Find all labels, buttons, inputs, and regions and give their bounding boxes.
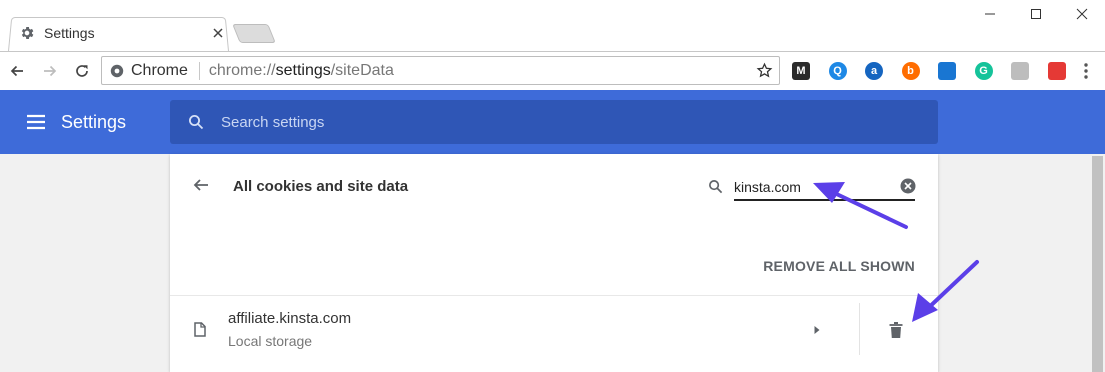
site-storage-type: Local storage bbox=[228, 333, 313, 349]
page-title: Settings bbox=[61, 112, 127, 132]
trash-icon[interactable] bbox=[883, 317, 909, 343]
search-icon bbox=[186, 112, 206, 132]
remove-all-shown-button[interactable]: REMOVE ALL SHOWN bbox=[763, 258, 915, 274]
b-ext-badge: b bbox=[901, 62, 920, 80]
chevron-right-icon[interactable] bbox=[810, 323, 824, 337]
extension-bar: MQab G bbox=[788, 58, 1080, 84]
site-filter bbox=[708, 174, 916, 202]
settings-header: Settings Search settings bbox=[0, 90, 1105, 154]
site-name: affiliate.kinsta.com bbox=[228, 310, 352, 327]
back-arrow-icon[interactable] bbox=[192, 176, 212, 196]
tab-close-icon[interactable] bbox=[210, 25, 226, 41]
bookmark-star-icon[interactable] bbox=[756, 62, 773, 84]
security-chip[interactable]: Chrome bbox=[102, 62, 188, 80]
search-icon bbox=[708, 179, 723, 199]
tab-strip: Settings bbox=[0, 0, 1105, 51]
m-ext-icon[interactable]: M bbox=[788, 58, 814, 84]
omnibox-separator bbox=[198, 61, 200, 80]
browser-toolbar: Chrome chrome://settings/siteData MQab G bbox=[0, 51, 1105, 90]
row-divider bbox=[859, 303, 860, 355]
a-ext-icon[interactable]: a bbox=[861, 58, 887, 84]
site-filter-input[interactable] bbox=[734, 174, 915, 201]
search-placeholder: Search settings bbox=[221, 113, 325, 131]
menu-icon[interactable] bbox=[26, 113, 46, 131]
scrollbar-thumb[interactable] bbox=[1092, 156, 1103, 372]
minimize-icon[interactable] bbox=[967, 0, 1013, 28]
clear-filter-icon[interactable] bbox=[900, 178, 916, 199]
maximize-icon[interactable] bbox=[1013, 0, 1059, 28]
new-tab-button[interactable] bbox=[232, 24, 276, 43]
todoist-ext-icon[interactable] bbox=[1044, 58, 1070, 84]
menu-kebab-icon[interactable] bbox=[1083, 62, 1089, 85]
b-ext-icon[interactable]: b bbox=[898, 58, 924, 84]
close-icon[interactable] bbox=[1059, 0, 1105, 28]
grammarly-ext-icon[interactable]: G bbox=[971, 58, 997, 84]
calendar-ext-icon[interactable] bbox=[934, 58, 960, 84]
q-ext-icon[interactable]: Q bbox=[825, 58, 851, 84]
scrollbar[interactable] bbox=[1090, 154, 1105, 372]
url-text[interactable]: chrome://settings/siteData bbox=[209, 62, 394, 80]
address-bar[interactable]: Chrome chrome://settings/siteData bbox=[101, 56, 780, 85]
window-controls bbox=[967, 0, 1105, 30]
list-item[interactable]: affiliate.kinsta.com Local storage bbox=[170, 295, 938, 372]
file-icon bbox=[194, 322, 206, 342]
m-ext-badge: M bbox=[792, 62, 810, 80]
grammarly-ext-badge: G bbox=[974, 62, 993, 80]
q-ext-badge: Q bbox=[828, 62, 847, 80]
forward-icon[interactable] bbox=[39, 60, 61, 82]
tab-title: Settings bbox=[44, 25, 95, 41]
clipboard-ext-badge bbox=[1011, 62, 1029, 80]
site-data-card: All cookies and site data REMOVE ALL SHO… bbox=[170, 154, 938, 372]
settings-page: All cookies and site data REMOVE ALL SHO… bbox=[0, 154, 1105, 372]
settings-search-input[interactable]: Search settings bbox=[170, 100, 938, 144]
chrome-icon bbox=[110, 64, 124, 77]
reload-icon[interactable] bbox=[71, 60, 93, 82]
gear-icon bbox=[18, 24, 36, 42]
card-title: All cookies and site data bbox=[233, 178, 409, 195]
back-icon[interactable] bbox=[6, 60, 28, 82]
calendar-ext-badge bbox=[938, 62, 956, 80]
a-ext-badge: a bbox=[865, 62, 883, 80]
clipboard-ext-icon[interactable] bbox=[1007, 58, 1033, 84]
todoist-ext-badge bbox=[1047, 62, 1066, 80]
chrome-chip-label: Chrome bbox=[131, 61, 188, 79]
